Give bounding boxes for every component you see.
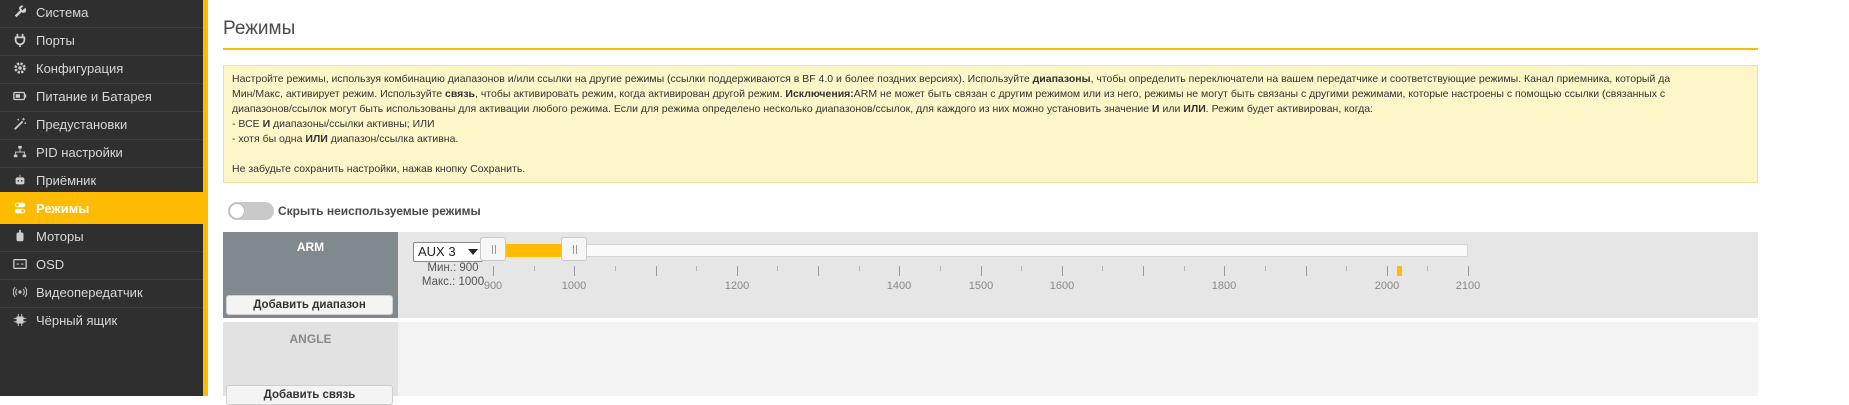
channel-value-marker <box>1397 266 1402 276</box>
title-divider <box>223 48 1758 50</box>
sidebar-item-label: Порты <box>36 32 75 48</box>
scale-minor-tick <box>534 266 535 271</box>
scale-minor-tick <box>859 266 860 271</box>
broadcast-icon <box>12 284 28 300</box>
note-line-3: диапазонов/ссылок могут быть использован… <box>232 103 1373 115</box>
hide-unused-modes-label: Скрыть неиспользуемые режимы <box>278 204 481 218</box>
sidebar-item-label: Система <box>36 4 89 20</box>
sidebar-item-label: Питание и Батарея <box>36 88 152 104</box>
note-line-blank <box>232 147 1749 162</box>
scale-major-tick <box>1387 266 1388 276</box>
range-slider-track[interactable] <box>493 244 1468 257</box>
mode-angle: ANGLE Добавить связь <box>223 322 1758 405</box>
sidebar: Система Порты Конфигурация Питание и Бат… <box>0 0 203 396</box>
hide-unused-modes-row: Скрыть неиспользуемые режимы <box>228 202 481 220</box>
scale-minor-tick <box>696 266 697 271</box>
mode-name: ARM <box>296 240 325 254</box>
mode-arm: ARM Добавить диапазон AUX 3 Мин.: 900 Ма… <box>223 232 1758 318</box>
scale-label: 1400 <box>886 280 912 292</box>
mode-arm-name-column: ARM Добавить диапазон <box>223 232 398 318</box>
note-line-1: Настройте режимы, используя комбинацию д… <box>232 73 1671 85</box>
add-range-button[interactable]: Добавить диапазон <box>226 295 393 315</box>
scale-major-tick <box>737 266 738 276</box>
note-line-2: Мин/Макс, активирует режим. Используйте … <box>232 88 1666 100</box>
scale-major-tick <box>1306 266 1307 276</box>
sidebar-item-label: Приёмник <box>36 172 97 188</box>
scale-major-tick <box>1062 266 1063 276</box>
scale-major-tick <box>1468 266 1469 276</box>
robot-icon <box>12 172 28 188</box>
scale-minor-tick <box>940 266 941 271</box>
hide-unused-modes-toggle[interactable] <box>228 202 274 220</box>
range-min-label: Мин.: 900 <box>427 262 479 274</box>
scale-minor-tick <box>1427 266 1428 271</box>
aux-channel-value: AUX 3 <box>418 244 456 259</box>
scale-label: 1800 <box>1211 280 1237 292</box>
scale-label: 2100 <box>1455 280 1481 292</box>
scale-major-tick <box>981 266 982 276</box>
toggle-icon <box>12 200 28 216</box>
scale-label: 1500 <box>968 280 994 292</box>
magic-wand-icon <box>12 116 28 132</box>
add-link-button[interactable]: Добавить связь <box>226 385 393 405</box>
scale-label: 1200 <box>724 280 750 292</box>
plug-icon <box>12 32 28 48</box>
scale-label: 1000 <box>561 280 587 292</box>
scale-major-tick <box>493 266 494 276</box>
scale-minor-tick <box>1184 266 1185 271</box>
scale-major-tick <box>1224 266 1225 276</box>
wrench-icon <box>12 4 28 20</box>
note-line-4: - ВСЕ И диапазоны/ссылки активны; ИЛИ <box>232 118 435 130</box>
osd-icon <box>12 256 28 272</box>
sidebar-item-label: Конфигурация <box>36 60 124 76</box>
scale-minor-tick <box>615 266 616 271</box>
scale-minor-tick <box>777 266 778 271</box>
sidebar-item-label: Моторы <box>36 228 84 244</box>
scale-major-tick <box>899 266 900 276</box>
sidebar-item-label: PID настройки <box>36 144 123 160</box>
scale-label: 2000 <box>1374 280 1400 292</box>
mode-name: ANGLE <box>289 332 332 346</box>
battery-icon <box>12 88 28 104</box>
scale-label: 900 <box>483 280 503 292</box>
sidebar-item-label: OSD <box>36 256 65 272</box>
note-line-5: - хотя бы одна ИЛИ диапазон/ссылка актив… <box>232 133 459 145</box>
scale-major-tick <box>656 266 657 276</box>
chevron-down-icon <box>468 249 478 255</box>
sidebar-item-label: Чёрный ящик <box>36 312 118 328</box>
range-slider-min-handle[interactable] <box>480 237 506 261</box>
sidebar-item-label: Предустановки <box>36 116 128 132</box>
scale-label: 1600 <box>1049 280 1075 292</box>
scale-major-tick <box>1143 266 1144 276</box>
sidebar-item-blackbox[interactable]: Чёрный ящик <box>0 304 203 336</box>
scale-minor-tick <box>1102 266 1103 271</box>
sidebar-item-label: Видеопередатчик <box>36 284 143 300</box>
sidebar-item-label: Режимы <box>36 200 90 216</box>
scale-major-tick <box>574 266 575 276</box>
motor-icon <box>12 228 28 244</box>
aux-channel-select[interactable]: AUX 3 <box>413 242 483 262</box>
scale-minor-tick <box>1265 266 1266 271</box>
page-title: Режимы <box>223 18 296 39</box>
main-content: Режимы Настройте режимы, используя комби… <box>208 0 1849 405</box>
scale-minor-tick <box>1346 266 1347 271</box>
gear-icon <box>12 60 28 76</box>
sitemap-icon <box>12 144 28 160</box>
scale-minor-tick <box>1021 266 1022 271</box>
mode-angle-name-column: ANGLE Добавить связь <box>223 322 398 405</box>
range-slider-max-handle[interactable] <box>561 237 587 261</box>
mode-arm-range: AUX 3 Мин.: 900 Макс.: 1000 900 1000 1200 1… <box>398 232 1758 318</box>
chip-icon <box>12 312 28 328</box>
toggle-knob <box>230 204 244 218</box>
info-note: Настройте режимы, используя комбинацию д… <box>223 65 1758 183</box>
scale-major-tick <box>818 266 819 276</box>
note-line-6: Не забудьте сохранить настройки, нажав к… <box>232 163 526 175</box>
